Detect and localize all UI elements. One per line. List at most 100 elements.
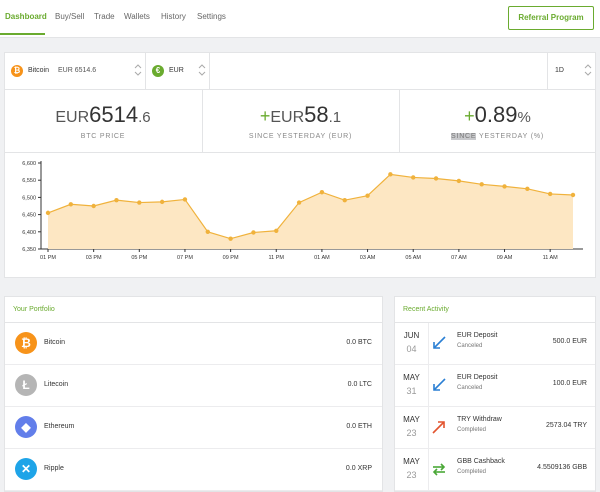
price-point (137, 200, 142, 205)
select-arrows-icon (134, 62, 142, 78)
change-eur-whole: 58 (304, 102, 329, 127)
price-point (525, 186, 530, 191)
activity-status: Completed (457, 427, 487, 433)
price-point (365, 193, 370, 198)
activity-row[interactable]: MAY 23 TRY Withdraw Completed 2573.04 TRY (395, 407, 595, 449)
y-tick-label: 6,450 (22, 213, 36, 219)
nav-buy-sell[interactable]: Buy/Sell (55, 12, 84, 21)
btc-price-currency: EUR (55, 109, 90, 126)
change-percent-suffix: % (517, 109, 531, 126)
x-tick-label: 01 AM (314, 255, 330, 261)
coin-selector[interactable]: ₿ Bitcoin EUR 6514.6 (5, 53, 146, 89)
price-point (205, 229, 210, 234)
activity-row[interactable]: MAY 23 GBB Cashback Completed 4.5509136 GBB (395, 449, 595, 491)
activity-title: TRY Withdraw (457, 416, 502, 423)
price-overview-card: ₿ Bitcoin EUR 6514.6 € EUR 1D EUR6514.6 (4, 52, 596, 278)
select-arrows-icon (584, 62, 592, 78)
activity-month: MAY (403, 457, 420, 466)
change-percent-label: SINCE YESTERDAY (%) (400, 133, 595, 140)
activity-amount: 4.5509136 GBB (537, 464, 587, 471)
bitcoin-icon: ₿ (15, 332, 37, 354)
activity-day: 23 (406, 470, 417, 480)
price-chart-svg: 6,350 6,400 6,450 6,500 6,550 6,600 01 PM 03 PM… (22, 161, 583, 261)
active-nav-indicator (0, 33, 45, 35)
activity-title: EUR Deposit (457, 374, 498, 381)
price-point (388, 172, 393, 177)
activity-row[interactable]: JUN 04 EUR Deposit Canceled 500.0 EUR (395, 323, 595, 365)
nav-wallets[interactable]: Wallets (124, 12, 150, 21)
price-point (182, 197, 188, 202)
change-eur-sign: + (259, 106, 271, 126)
coin-selector-name: Bitcoin (28, 67, 50, 74)
portfolio-row-bitcoin[interactable]: ₿ Bitcoin 0.0 BTC (5, 323, 382, 365)
x-tick-label: 07 PM (177, 255, 193, 261)
btc-price-stat: EUR6514.6 BTC PRICE (5, 90, 201, 153)
change-percent-number: 0.89 (474, 102, 518, 127)
nav-dashboard[interactable]: Dashboard (5, 12, 47, 21)
deposit-arrow-icon (431, 335, 447, 351)
price-point (45, 210, 51, 216)
portfolio-row-ripple[interactable]: ✕ Ripple 0.0 XRP (5, 449, 382, 491)
currency-selector[interactable]: € EUR (146, 53, 210, 89)
change-eur-decimal: .1 (328, 109, 342, 126)
x-tick-label: 03 PM (86, 255, 102, 261)
x-tick-label: 07 AM (451, 255, 467, 261)
portfolio-coin-balance: 0.0 ETH (346, 423, 372, 430)
ethereum-icon: ◆ (15, 416, 37, 438)
portfolio-row-ethereum[interactable]: ◆ Ethereum 0.0 ETH (5, 407, 382, 449)
nav-trade[interactable]: Trade (94, 12, 115, 21)
activity-title: EUR Deposit (457, 332, 498, 339)
price-point (547, 191, 553, 197)
change-percent-stat: +0.89% SINCE YESTERDAY (%) (399, 90, 595, 153)
portfolio-coin-balance: 0.0 BTC (346, 339, 372, 346)
price-point (68, 202, 74, 207)
price-point (319, 190, 325, 195)
euro-icon: € (152, 65, 164, 77)
stats-row: EUR6514.6 BTC PRICE +EUR58.1 SINCE YESTE… (5, 90, 595, 153)
ripple-icon: ✕ (15, 458, 37, 480)
change-eur-value: +EUR58.1 (203, 102, 398, 128)
select-arrows-icon (198, 62, 206, 78)
price-point (502, 184, 507, 189)
nav-history[interactable]: History (161, 12, 186, 21)
activity-day: 04 (406, 344, 417, 354)
price-point (228, 236, 233, 241)
price-point (411, 175, 416, 180)
y-tick-label: 6,600 (22, 161, 36, 167)
activity-month: MAY (403, 373, 420, 382)
nav-settings[interactable]: Settings (197, 12, 226, 21)
change-percent-label-highlight: SINCE (450, 133, 477, 140)
activity-status: Canceled (457, 343, 483, 349)
recent-activity-panel: Recent Activity JUN 04 EUR Deposit Canceled… (394, 296, 596, 492)
x-tick-label: 11 PM (269, 255, 285, 261)
litecoin-icon: Ł (15, 374, 37, 396)
referral-program-button[interactable]: Referral Program (508, 6, 594, 30)
portfolio-coin-name: Ripple (44, 465, 64, 472)
change-percent-sign: + (464, 106, 475, 126)
y-tick-label: 6,550 (22, 178, 36, 184)
change-eur-label: SINCE YESTERDAY (EUR) (248, 133, 353, 140)
portfolio-row-litecoin[interactable]: Ł Litecoin 0.0 LTC (5, 365, 382, 407)
withdraw-arrow-icon (431, 419, 447, 435)
x-tick-label: 11 AM (543, 255, 559, 261)
y-tick-label: 6,500 (22, 195, 36, 201)
activity-status: Canceled (457, 385, 483, 391)
change-eur-stat: +EUR58.1 SINCE YESTERDAY (EUR) (202, 90, 398, 153)
portfolio-coin-name: Litecoin (44, 381, 69, 388)
activity-date: MAY 31 (395, 365, 429, 407)
btc-price-label: BTC PRICE (80, 133, 126, 140)
change-eur-currency: EUR (270, 109, 305, 126)
price-point (296, 200, 302, 205)
btc-price-value: EUR6514.6 (5, 102, 201, 128)
period-selector[interactable]: 1D (547, 53, 595, 89)
bitcoin-icon: ₿ (11, 65, 23, 77)
activity-row[interactable]: MAY 31 EUR Deposit Canceled 100.0 EUR (395, 365, 595, 407)
activity-status: Completed (457, 469, 487, 475)
activity-day: 31 (406, 386, 417, 396)
portfolio-panel: Your Portfolio ₿ Bitcoin 0.0 BTC Ł Litecoin 0… (4, 296, 383, 492)
activity-date: JUN 04 (395, 323, 429, 365)
change-percent-value: +0.89% (400, 102, 595, 128)
selector-row: ₿ Bitcoin EUR 6514.6 € EUR 1D (5, 53, 595, 90)
change-percent-label-rest: YESTERDAY (%) (476, 133, 544, 140)
btc-price-decimal: .6 (138, 109, 151, 126)
